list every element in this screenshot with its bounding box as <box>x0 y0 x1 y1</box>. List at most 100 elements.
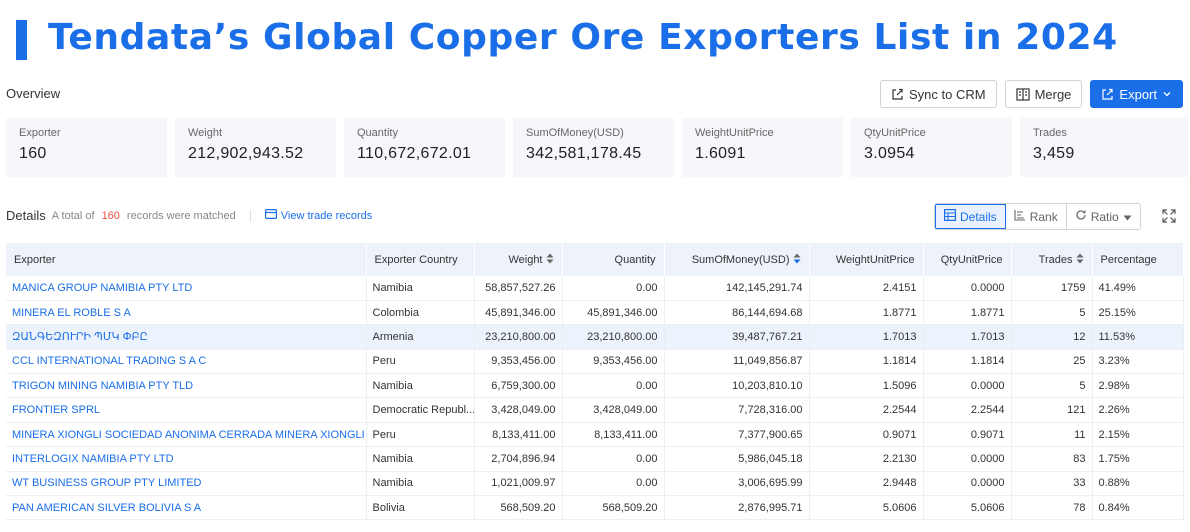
cell-percentage: 25.15% <box>1092 300 1184 326</box>
cell-country: Namibia <box>366 276 475 301</box>
merge-button[interactable]: Merge <box>1004 80 1083 108</box>
exporter-link[interactable]: CCL INTERNATIONAL TRADING S A C <box>12 355 206 367</box>
stat-value: 160 <box>19 145 47 162</box>
cell-exporter: MINERA EL ROBLE S A <box>6 300 367 326</box>
cell-trades: 12 <box>1011 324 1093 350</box>
sort-icon[interactable] <box>793 253 801 267</box>
view-tabs: Details Rank Ratio <box>934 203 1141 230</box>
exporter-link[interactable]: ԶԱՆԳԵԶՈՒՐԻ ՊՄԿ ՓԲԸ <box>12 331 148 343</box>
table-row[interactable]: INTERLOGIX NAMIBIA PTY LTD Namibia 2,704,8… <box>6 446 1184 472</box>
stat-card-trades: Trades 3,459 <box>1020 118 1188 177</box>
exporter-link[interactable]: MANICA GROUP NAMIBIA PTY LTD <box>12 282 192 294</box>
cell-quantity: 23,210,800.00 <box>562 324 665 350</box>
cell-weight-unit-price: 5.0606 <box>809 495 924 521</box>
cell-weight: 45,891,346.00 <box>474 300 563 326</box>
cell-exporter: CCL INTERNATIONAL TRADING S A C <box>6 349 367 375</box>
cell-qty-unit-price: 0.9071 <box>923 422 1012 448</box>
table-row[interactable]: CCL INTERNATIONAL TRADING S A C Peru 9,353… <box>6 349 1184 375</box>
export-button[interactable]: Export <box>1090 80 1183 108</box>
column-header-exporter-country: Exporter Country <box>366 243 475 276</box>
tab-ratio-label: Ratio <box>1090 209 1119 224</box>
stat-card-sum-of-money: SumOfMoney(USD) 342,581,178.45 <box>513 118 674 177</box>
exporter-link[interactable]: WT BUSINESS GROUP PTY LIMITED <box>12 477 201 489</box>
exporter-link[interactable]: INTERLOGIX NAMIBIA PTY LTD <box>12 453 174 465</box>
cell-exporter: WT BUSINESS GROUP PTY LIMITED <box>6 471 367 497</box>
cell-quantity: 0.00 <box>562 471 665 497</box>
cell-percentage: 2.15% <box>1092 422 1184 448</box>
cell-percentage: 1.75% <box>1092 446 1184 472</box>
cell-country: Namibia <box>366 471 475 497</box>
stat-card-weight-unit-price: WeightUnitPrice 1.6091 <box>682 118 843 177</box>
merge-label: Merge <box>1034 86 1072 102</box>
view-trade-records-link[interactable]: View trade records <box>264 209 372 222</box>
cell-trades: 78 <box>1011 495 1093 521</box>
cell-qty-unit-price: 2.2544 <box>923 397 1012 423</box>
stat-label: WeightUnitPrice <box>695 127 774 139</box>
exporter-link[interactable]: TRIGON MINING NAMIBIA PTY TLD <box>12 380 193 392</box>
table-row[interactable]: PAN AMERICAN SILVER BOLIVIA S A Bolivia 56… <box>6 495 1184 521</box>
cell-weight: 9,353,456.00 <box>474 349 563 375</box>
stat-label: Exporter <box>19 127 61 139</box>
tab-rank[interactable]: Rank <box>1005 204 1067 229</box>
rank-icon <box>1014 209 1026 224</box>
column-header-qty-unit-price: QtyUnitPrice <box>923 243 1012 276</box>
exporter-link[interactable]: PAN AMERICAN SILVER BOLIVIA S A <box>12 502 201 514</box>
cell-weight: 1,021,009.97 <box>474 471 563 497</box>
table-row[interactable]: WT BUSINESS GROUP PTY LIMITED Namibia 1,02… <box>6 471 1184 497</box>
cell-percentage: 41.49% <box>1092 276 1184 301</box>
cell-quantity: 9,353,456.00 <box>562 349 665 375</box>
tab-ratio[interactable]: Ratio <box>1066 204 1140 229</box>
table-row[interactable]: MANICA GROUP NAMIBIA PTY LTD Namibia 58,85… <box>6 276 1184 301</box>
cell-weight-unit-price: 1.5096 <box>809 373 924 399</box>
cell-sum-of-money: 5,986,045.18 <box>664 446 810 472</box>
cell-weight-unit-price: 1.7013 <box>809 324 924 350</box>
cell-weight-unit-price: 2.2130 <box>809 446 924 472</box>
exporters-table: Exporter Exporter Country Weight Quantit… <box>6 243 1184 521</box>
column-header-trades[interactable]: Trades <box>1011 243 1093 276</box>
cell-weight-unit-price: 2.2544 <box>809 397 924 423</box>
cell-sum-of-money: 7,728,316.00 <box>664 397 810 423</box>
table-row[interactable]: ԶԱՆԳԵԶՈՒՐԻ ՊՄԿ ՓԲԸ Armenia 23,210,800.00 23… <box>6 324 1184 350</box>
sort-icon[interactable] <box>546 253 554 267</box>
cell-quantity: 0.00 <box>562 446 665 472</box>
cell-exporter: TRIGON MINING NAMIBIA PTY TLD <box>6 373 367 399</box>
cell-percentage: 0.84% <box>1092 495 1184 521</box>
exporter-link[interactable]: MINERA EL ROBLE S A <box>12 307 131 319</box>
sync-to-crm-button[interactable]: Sync to CRM <box>879 80 997 108</box>
stat-value: 1.6091 <box>695 145 746 162</box>
table-row[interactable]: FRONTIER SPRL Democratic Republ... 3,428,0… <box>6 397 1184 423</box>
external-edit-icon <box>891 88 904 101</box>
details-row: Details A total of 160 records were matc… <box>6 208 372 223</box>
cell-sum-of-money: 2,876,995.71 <box>664 495 810 521</box>
card-icon <box>264 209 277 222</box>
cell-percentage: 3.23% <box>1092 349 1184 375</box>
cell-trades: 5 <box>1011 373 1093 399</box>
cell-qty-unit-price: 0.0000 <box>923 446 1012 472</box>
export-label: Export <box>1119 86 1157 102</box>
cell-exporter: MINERA XIONGLI SOCIEDAD ANONIMA CERRADA … <box>6 422 367 448</box>
cell-weight-unit-price: 1.8771 <box>809 300 924 326</box>
cell-trades: 33 <box>1011 471 1093 497</box>
cell-qty-unit-price: 5.0606 <box>923 495 1012 521</box>
tab-rank-label: Rank <box>1029 209 1058 224</box>
stat-label: SumOfMoney(USD) <box>526 127 624 139</box>
merge-icon <box>1015 87 1030 101</box>
table-row[interactable]: MINERA EL ROBLE S A Colombia 45,891,346.00… <box>6 300 1184 326</box>
tab-details[interactable]: Details <box>935 204 1006 229</box>
column-header-weight[interactable]: Weight <box>474 243 563 276</box>
stat-card-qty-unit-price: QtyUnitPrice 3.0954 <box>851 118 1012 177</box>
exporter-link[interactable]: MINERA XIONGLI SOCIEDAD ANONIMA CERRADA … <box>12 429 365 441</box>
sort-icon[interactable] <box>1076 253 1084 267</box>
table-header-row: Exporter Exporter Country Weight Quantit… <box>6 243 1184 276</box>
cell-percentage: 11.53% <box>1092 324 1184 350</box>
cell-exporter: FRONTIER SPRL <box>6 397 367 423</box>
column-header-sum-of-money[interactable]: SumOfMoney(USD) <box>664 243 810 276</box>
cell-quantity: 8,133,411.00 <box>562 422 665 448</box>
exporter-link[interactable]: FRONTIER SPRL <box>12 404 100 416</box>
table-row[interactable]: MINERA XIONGLI SOCIEDAD ANONIMA CERRADA … <box>6 422 1184 448</box>
fullscreen-icon[interactable] <box>1162 209 1176 228</box>
caret-down-icon <box>1123 210 1132 224</box>
table-row[interactable]: TRIGON MINING NAMIBIA PTY TLD Namibia 6,75… <box>6 373 1184 399</box>
cell-weight: 3,428,049.00 <box>474 397 563 423</box>
page-title: Tendata’s Global Copper Ore Exporters Li… <box>48 17 1118 58</box>
